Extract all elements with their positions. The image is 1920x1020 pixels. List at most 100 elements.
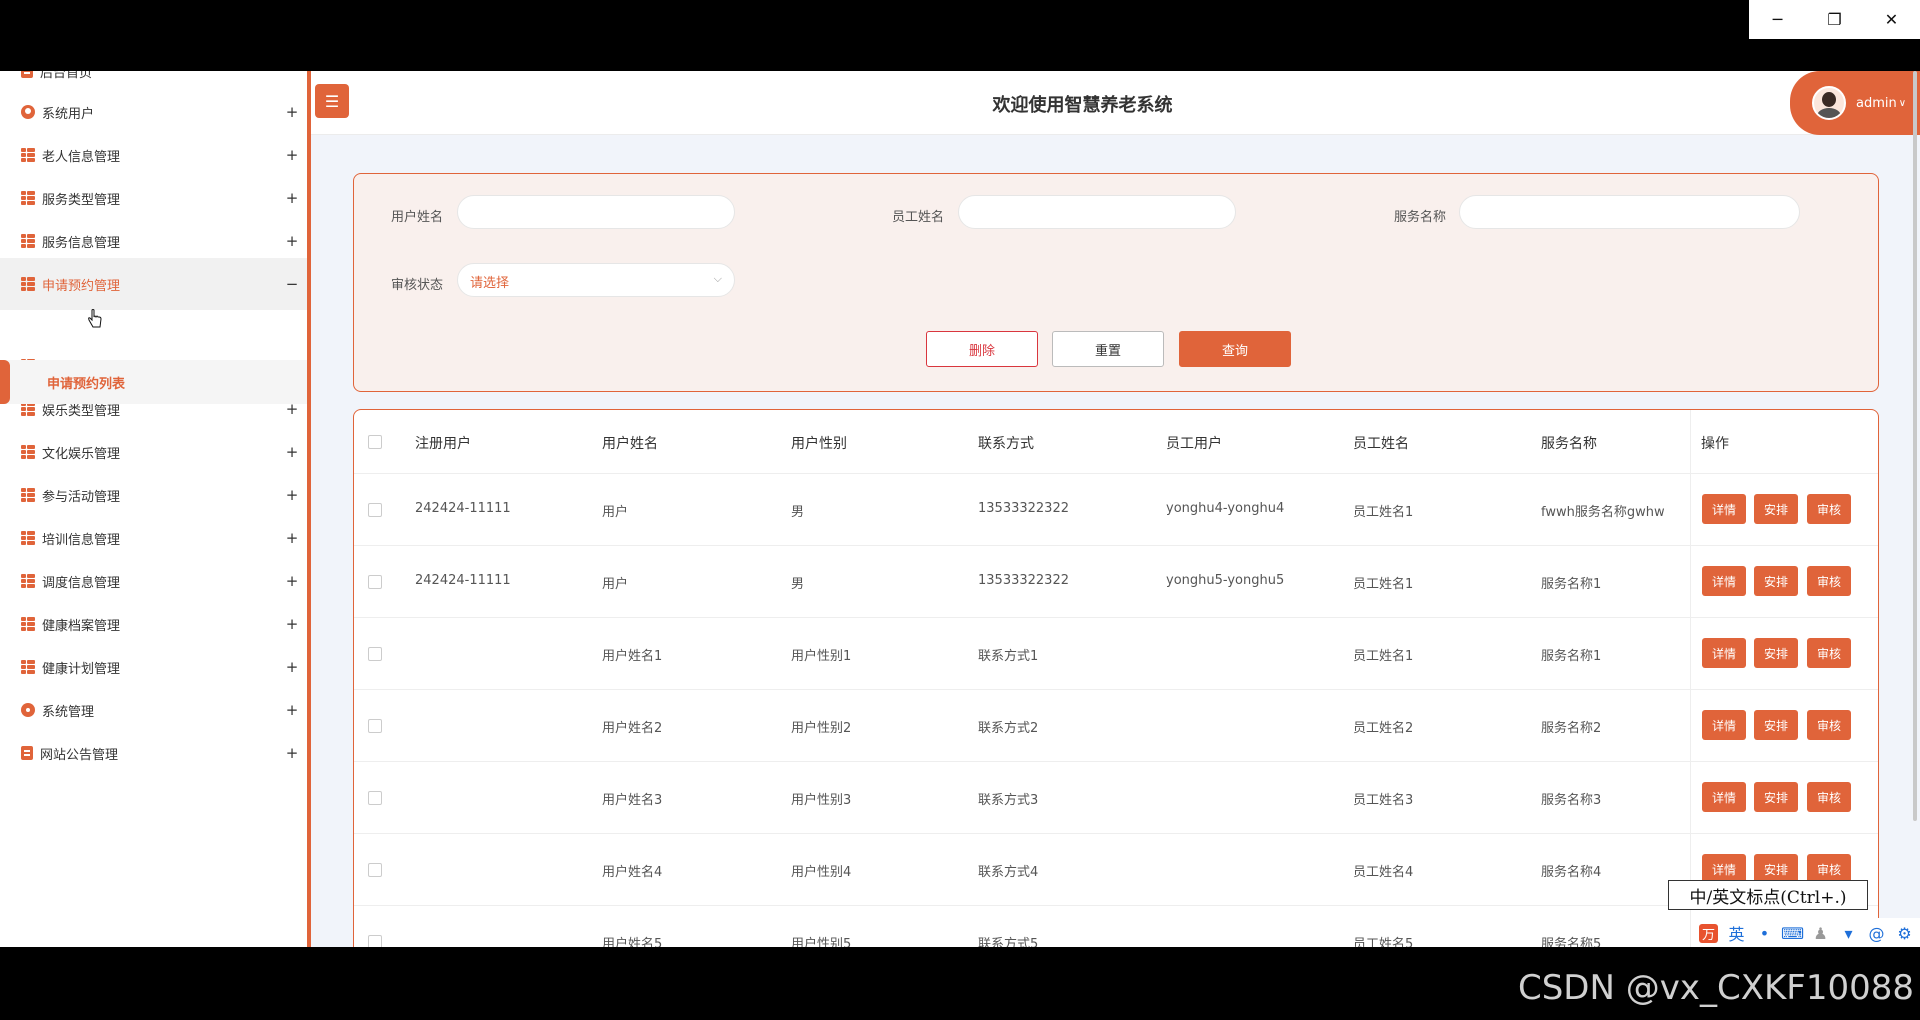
table-cell: 员工姓名2	[1353, 721, 1414, 736]
user-name-input[interactable]	[457, 195, 735, 229]
row-checkbox[interactable]	[368, 863, 382, 877]
expand-icon[interactable]: +	[277, 658, 307, 676]
table-cell: 13533322322	[978, 573, 1069, 588]
column-header: 服务名称	[1541, 436, 1597, 452]
sidebar-item[interactable]: 申请预约管理 −	[0, 258, 307, 310]
table-cell: 联系方式2	[978, 721, 1039, 736]
table-cell: 服务名称1	[1541, 649, 1602, 664]
select-all-checkbox[interactable]	[368, 435, 382, 449]
detail-button[interactable]: 详情	[1702, 782, 1746, 812]
arrange-button[interactable]: 安排	[1754, 566, 1798, 596]
column-header: 操作	[1701, 436, 1729, 452]
table-row: 242424-11111 用户 男 13533322322 yonghu5-yonghu…	[354, 546, 1878, 618]
table-cell: 242424-11111	[415, 573, 511, 588]
keyboard-icon[interactable]: ⌨	[1781, 924, 1804, 943]
service-name-label: 服务名称	[1394, 210, 1447, 225]
arrange-button[interactable]: 安排	[1754, 710, 1798, 740]
row-checkbox[interactable]	[368, 791, 382, 805]
grid-icon	[21, 234, 35, 248]
delete-button[interactable]: 删除	[926, 331, 1038, 367]
arrange-button[interactable]: 安排	[1754, 638, 1798, 668]
document-icon	[21, 746, 33, 760]
table-cell: 13533322322	[978, 501, 1069, 516]
ime-brand-icon[interactable]: 万	[1699, 923, 1718, 943]
detail-button[interactable]: 详情	[1702, 638, 1746, 668]
top-header: ☰ 欢迎使用智慧养老系统 admin ∨	[311, 71, 1920, 135]
staff-name-label: 员工姓名	[892, 210, 945, 225]
collapse-icon[interactable]: −	[277, 275, 307, 293]
page-scrollbar[interactable]	[1913, 71, 1917, 821]
detail-button[interactable]: 详情	[1702, 566, 1746, 596]
swirl-icon[interactable]: @	[1867, 924, 1886, 943]
expand-icon[interactable]: +	[277, 232, 307, 250]
table-cell: 联系方式1	[978, 649, 1039, 664]
user-icon[interactable]: ♟	[1811, 924, 1830, 943]
column-header: 联系方式	[978, 436, 1034, 452]
ime-mode-toggle[interactable]: 英	[1727, 924, 1746, 944]
review-button[interactable]: 审核	[1807, 566, 1851, 596]
review-button[interactable]: 审核	[1807, 710, 1851, 740]
grid-icon	[21, 531, 35, 545]
row-checkbox[interactable]	[368, 503, 382, 517]
user-menu[interactable]: admin ∨	[1790, 71, 1920, 135]
detail-button[interactable]: 详情	[1702, 494, 1746, 524]
expand-icon[interactable]: +	[277, 103, 307, 121]
table-cell: 员工姓名3	[1353, 793, 1414, 808]
sidebar-subitem-appointment-list[interactable]: 申请预约列表	[0, 360, 307, 404]
table-cell: yonghu5-yonghu5	[1166, 573, 1285, 588]
table-cell: 用户性别3	[791, 793, 852, 808]
punctuation-icon[interactable]: •	[1755, 924, 1774, 943]
sidebar-item-label: 健康档案管理	[42, 618, 121, 634]
table-cell: 服务名称4	[1541, 865, 1602, 880]
arrange-button[interactable]: 安排	[1754, 494, 1798, 524]
grid-icon	[21, 574, 35, 588]
row-checkbox[interactable]	[368, 647, 382, 661]
close-button[interactable]: ✕	[1863, 0, 1920, 39]
staff-name-input[interactable]	[958, 195, 1236, 229]
restore-button[interactable]: ❐	[1806, 0, 1863, 39]
row-checkbox[interactable]	[368, 719, 382, 733]
settings-icon[interactable]: ⚙	[1895, 924, 1914, 943]
expand-icon[interactable]: +	[277, 443, 307, 461]
data-table: 注册用户 用户姓名 用户性别 联系方式 员工用户 员工姓名 服务名称 操作 24…	[353, 409, 1879, 947]
app-viewport: 后台首页 系统用户+老人信息管理+服务类型管理+服务信息管理+申请预约管理−预约…	[0, 71, 1920, 947]
query-button[interactable]: 查询	[1179, 331, 1291, 367]
expand-icon[interactable]: +	[277, 486, 307, 504]
column-header: 注册用户	[415, 436, 471, 452]
expand-icon[interactable]: +	[277, 744, 307, 762]
watermark: CSDN @vx_CXKF10088	[1517, 968, 1914, 1008]
review-button[interactable]: 审核	[1807, 638, 1851, 668]
table-row: 用户姓名2 用户性别2 联系方式2 员工姓名2 服务名称2 详情 安排 审核	[354, 690, 1878, 762]
table-cell: fwwh服务名称gwhw	[1541, 505, 1665, 520]
ime-toolbar: 万 英 • ⌨ ♟ ▾ @ ⚙	[1691, 918, 1920, 947]
table-cell: 用户姓名1	[602, 649, 663, 664]
sidebar-item[interactable]: 网站公告管理 +	[0, 727, 307, 779]
detail-button[interactable]: 详情	[1702, 710, 1746, 740]
skin-icon[interactable]: ▾	[1839, 924, 1858, 943]
table-row: 用户姓名3 用户性别3 联系方式3 员工姓名3 服务名称3 详情 安排 审核	[354, 762, 1878, 834]
sidebar-item-label: 老人信息管理	[42, 149, 121, 165]
grid-icon	[21, 148, 35, 162]
minimize-button[interactable]: ─	[1749, 0, 1806, 39]
table-cell: 服务名称3	[1541, 793, 1602, 808]
sidebar-item-label: 申请预约管理	[42, 278, 121, 294]
review-status-select[interactable]: 请选择 ⌵	[457, 263, 735, 297]
grid-icon	[21, 277, 35, 291]
expand-icon[interactable]: +	[277, 189, 307, 207]
column-header: 员工用户	[1166, 436, 1222, 452]
expand-icon[interactable]: +	[277, 146, 307, 164]
review-button[interactable]: 审核	[1807, 782, 1851, 812]
row-checkbox[interactable]	[368, 575, 382, 589]
expand-icon[interactable]: +	[277, 572, 307, 590]
reset-button[interactable]: 重置	[1052, 331, 1164, 367]
ime-tooltip: 中/英文标点(Ctrl+.)	[1668, 880, 1868, 910]
column-header: 用户姓名	[602, 436, 658, 452]
expand-icon[interactable]: +	[277, 701, 307, 719]
sidebar-item-label: 系统管理	[42, 704, 95, 720]
service-name-input[interactable]	[1459, 195, 1800, 229]
expand-icon[interactable]: +	[277, 615, 307, 633]
arrange-button[interactable]: 安排	[1754, 782, 1798, 812]
expand-icon[interactable]: +	[277, 529, 307, 547]
review-button[interactable]: 审核	[1807, 494, 1851, 524]
row-checkbox[interactable]	[368, 935, 382, 947]
